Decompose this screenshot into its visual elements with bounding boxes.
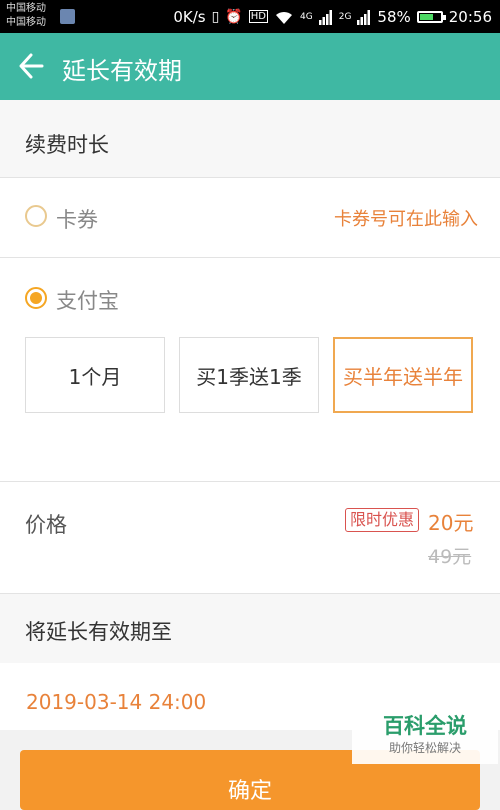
carrier-1: 中国移动 (6, 3, 46, 14)
hd-icon: HD (248, 10, 269, 23)
status-bar: 中国移动 中国移动 0K/s ▯ ⏰ HD 4G 2G 58% 20:56 (0, 0, 500, 33)
plan-option-buy-season-get-season[interactable]: 买1季送1季 (179, 337, 319, 413)
network-speed: 0K/s (173, 7, 206, 26)
back-arrow-icon[interactable] (18, 52, 44, 80)
signal-2g-icon (357, 9, 371, 25)
price-label: 价格 (25, 513, 67, 537)
status-icons: 0K/s ▯ ⏰ HD 4G 2G 58% 20:56 (173, 0, 492, 33)
renewal-section-header: 续费时长 (0, 100, 500, 177)
watermark-logo: 百科全说 助你轻松解决 (352, 712, 498, 764)
card-coupon-input-hint[interactable]: 卡券号可在此输入 (334, 205, 478, 231)
watermark-main: 百科全说 (383, 714, 467, 738)
alarm-icon: ⏰ (225, 8, 243, 25)
limited-offer-badge: 限时优惠 (345, 508, 420, 532)
notification-icon (60, 9, 75, 24)
original-price: 49元 (428, 546, 472, 568)
extend-section-header: 将延长有效期至 (0, 594, 500, 663)
carrier-2: 中国移动 (6, 17, 46, 28)
renewal-section-title: 续费时长 (25, 133, 109, 157)
card-coupon-radio[interactable] (25, 205, 47, 227)
alipay-label[interactable]: 支付宝 (56, 285, 119, 315)
battery-percent: 58% (377, 7, 411, 26)
card-coupon-option[interactable]: 卡券 卡券号可在此输入 (0, 178, 500, 257)
network-2g-label: 2G (338, 11, 352, 22)
network-4g-label: 4G (300, 11, 313, 22)
card-coupon-label: 卡券 (56, 208, 98, 232)
alipay-radio[interactable] (25, 287, 47, 309)
battery-icon (416, 10, 446, 23)
price-section: 价格 (0, 482, 500, 593)
vibrate-icon: ▯ (211, 8, 220, 25)
plan-option-1-month[interactable]: 1个月 (25, 337, 165, 413)
current-price: 20元 (428, 511, 474, 535)
wifi-icon (276, 11, 293, 24)
battery-fill (419, 13, 433, 20)
clock: 20:56 (448, 7, 492, 26)
plan-option-buy-half-year-get-half-year[interactable]: 买半年送半年 (333, 337, 473, 413)
carrier-info: 中国移动 中国移动 (6, 2, 46, 30)
page-title: 延长有效期 (62, 57, 182, 85)
extend-section-title: 将延长有效期至 (25, 620, 172, 644)
signal-4g-icon (318, 9, 332, 25)
extend-date: 2019-03-14 24:00 (26, 690, 207, 714)
app-header: 延长有效期 (0, 33, 500, 100)
watermark-sub: 助你轻松解决 (388, 741, 461, 755)
